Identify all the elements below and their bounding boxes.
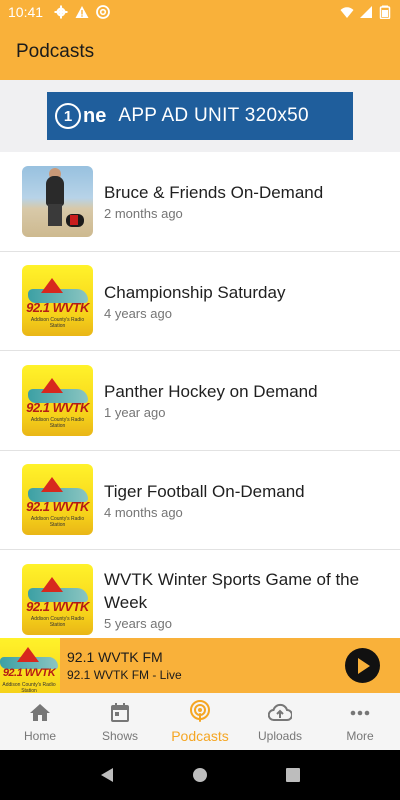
list-item[interactable]: 92.1 WVTK Addison County's Radio Station… [0,251,400,351]
tab-home[interactable]: Home [0,693,80,750]
wvtk-logo-thumbnail: 92.1 WVTK Addison County's Radio Station [22,364,93,436]
tab-label: Uploads [257,728,303,743]
more-icon [350,710,370,715]
podcast-age: 5 years ago [104,615,172,631]
tab-label: Podcasts [171,727,229,744]
wvtk-logo-thumbnail: 92.1 WVTK Addison County's Radio Station [22,563,93,635]
ad-logo-digit: 1 [55,103,81,129]
bottom-nav: Home Shows Podcasts Uploads More [0,693,400,750]
podcast-icon [190,699,210,722]
list-item[interactable]: 92.1 WVTK Addison County's Radio Station… [0,550,400,638]
calendar-icon [111,702,129,722]
page-title: Podcasts [16,41,95,62]
tab-label: Shows [101,728,139,743]
play-button[interactable] [345,648,380,683]
podcast-age: 1 year ago [104,405,166,421]
gear-icon [54,5,68,19]
home-icon [30,703,50,721]
status-bar: 10:41 [0,0,400,24]
tab-label: More [346,728,374,743]
ad-logo-text: ne [83,104,107,127]
podcast-title: WVTK Winter Sports Game of the Week [104,569,360,612]
podcast-title: Championship Saturday [104,282,286,302]
podcast-thumbnail [22,165,93,237]
podcast-age: 4 years ago [104,305,172,321]
list-item[interactable]: Bruce & Friends On-Demand 2 months ago [0,152,400,252]
podcast-title: Bruce & Friends On-Demand [104,183,324,203]
wifi-icon [340,7,354,18]
player-title: 92.1 WVTK FM [67,649,163,665]
ad-banner[interactable]: 1 ne APP AD UNIT 320x50 [47,92,353,140]
player-subtitle: 92.1 WVTK FM - Live [67,668,182,682]
station-logo: 92.1 WVTK Addison County's Radio Station [0,638,60,693]
ad-logo: 1 ne [55,103,106,129]
tab-label: Home [23,728,56,743]
cloud-upload-icon [268,703,292,721]
status-time: 10:41 [8,4,44,20]
tab-shows[interactable]: Shows [80,693,160,750]
ad-label: APP AD UNIT 320x50 [118,105,309,126]
wvtk-logo-thumbnail: 92.1 WVTK Addison County's Radio Station [22,464,93,536]
back-icon[interactable] [98,766,116,784]
list-item[interactable]: 92.1 WVTK Addison County's Radio Station… [0,351,400,451]
home-circle-icon[interactable] [191,766,209,784]
at-icon [96,5,110,19]
podcast-age: 2 months ago [104,206,183,222]
tab-podcasts[interactable]: Podcasts [160,693,240,750]
podcast-age: 4 months ago [104,504,183,520]
battery-icon [379,5,391,19]
recents-icon[interactable] [284,766,302,784]
alert-icon [75,6,89,18]
podcast-list: Bruce & Friends On-Demand 2 months ago 9… [0,152,400,638]
ad-container: 1 ne APP AD UNIT 320x50 [0,80,400,152]
list-item[interactable]: 92.1 WVTK Addison County's Radio Station… [0,450,400,550]
app-bar: Podcasts [0,24,400,80]
system-nav-bar [0,750,400,800]
podcast-title: Tiger Football On-Demand [104,481,305,501]
tab-uploads[interactable]: Uploads [240,693,320,750]
mini-player[interactable]: 92.1 WVTK Addison County's Radio Station… [0,638,400,693]
play-icon [358,657,370,674]
podcast-title: Panther Hockey on Demand [104,382,318,402]
signal-icon [360,6,372,18]
tab-more[interactable]: More [320,693,400,750]
wvtk-logo-thumbnail: 92.1 WVTK Addison County's Radio Station [22,265,93,337]
